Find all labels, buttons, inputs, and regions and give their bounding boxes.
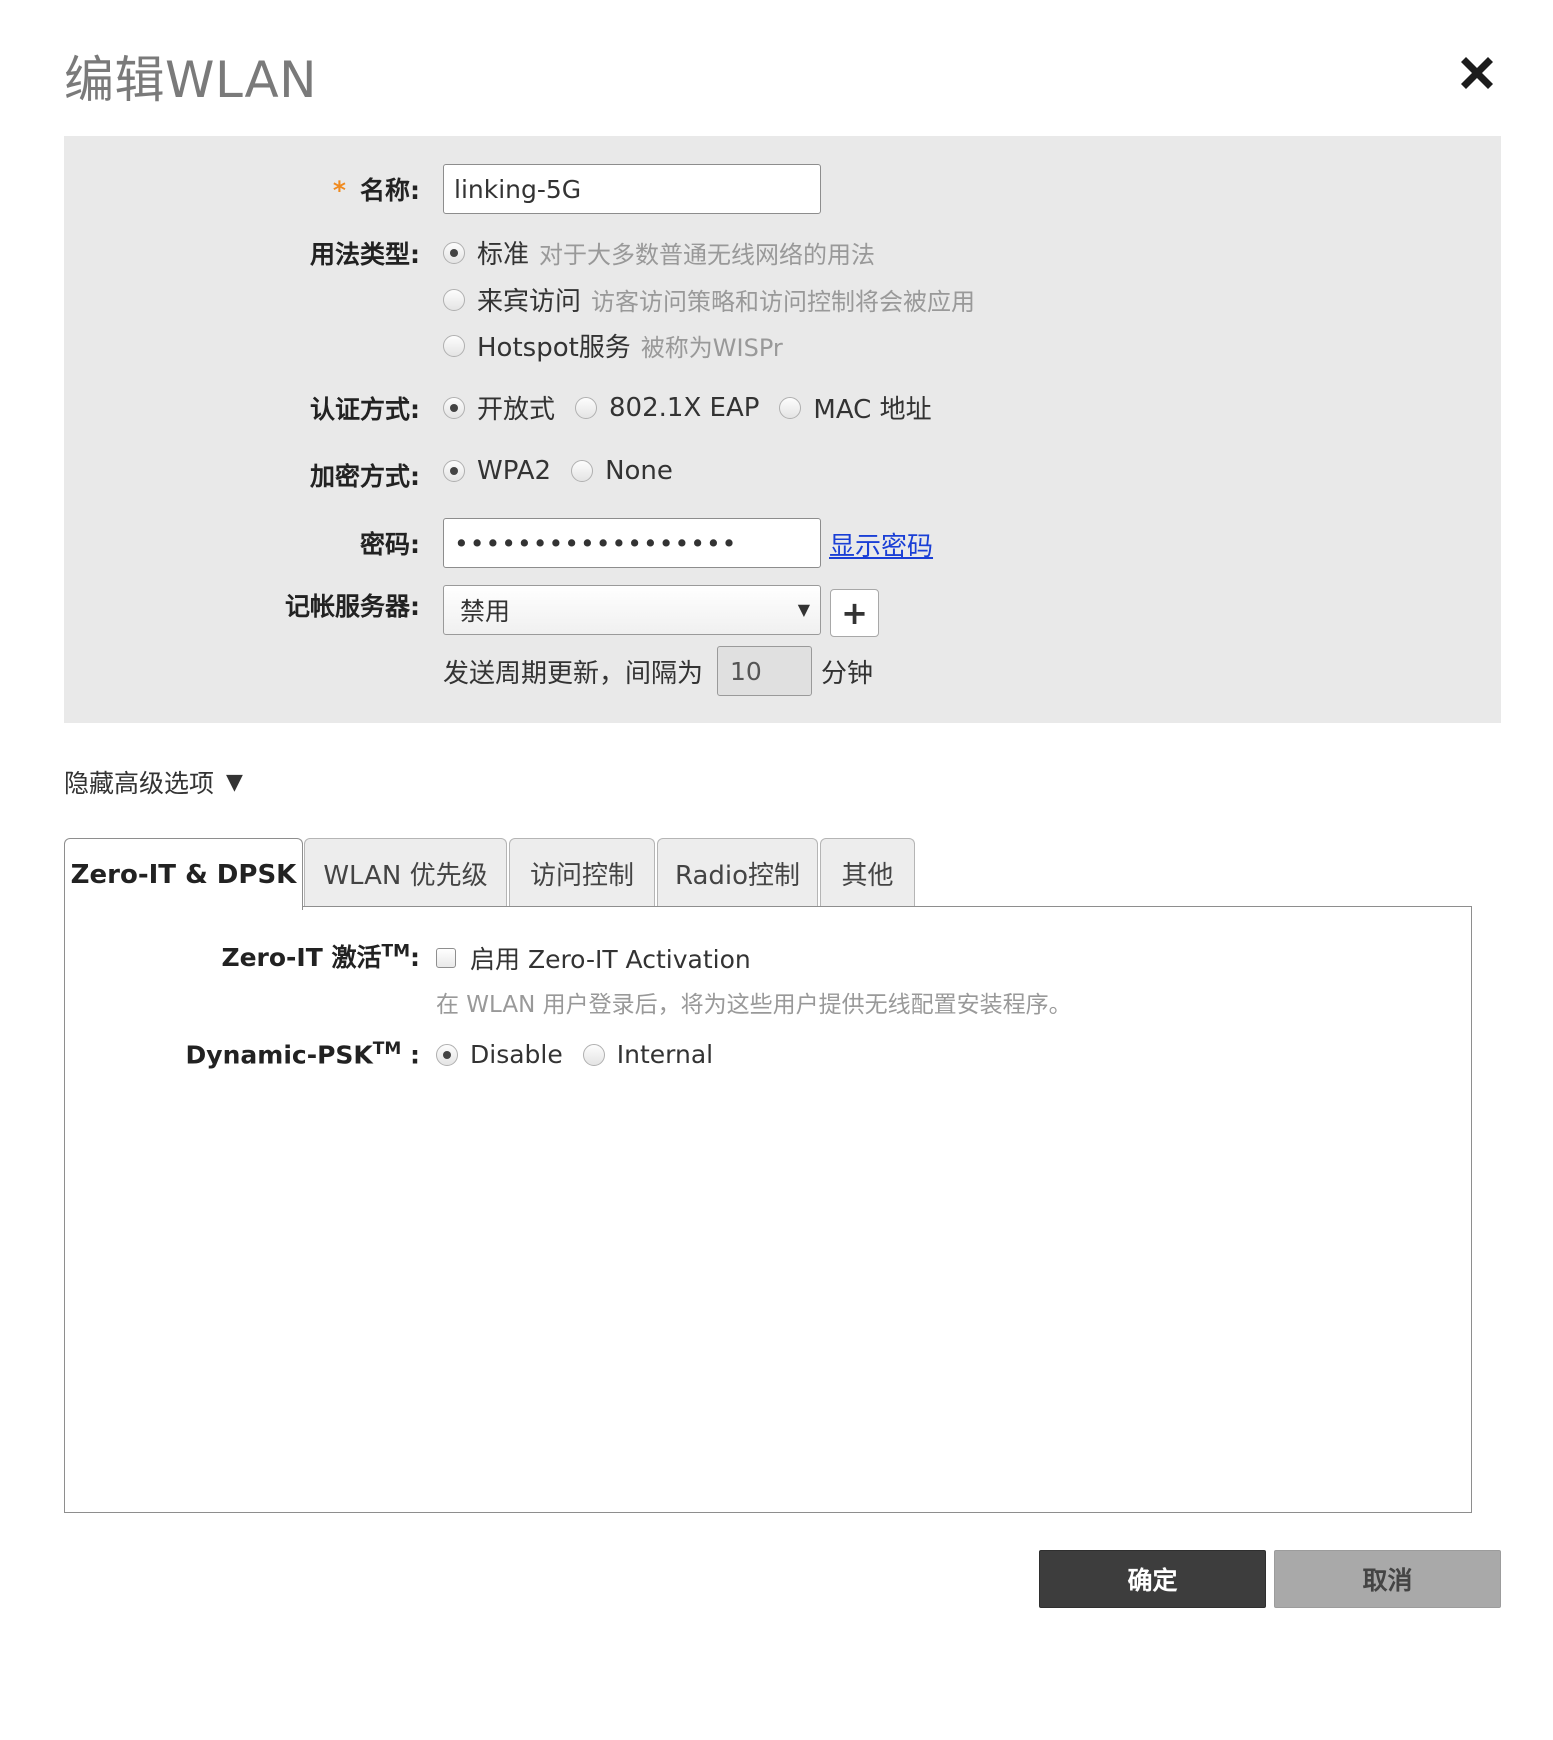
zero-it-hint: 在 WLAN 用户登录后，将为这些用户提供无线配置安装程序。	[436, 992, 1072, 1018]
name-label: * 名称:	[332, 176, 420, 205]
close-icon[interactable]	[1452, 48, 1502, 98]
auth-open-label[interactable]: 开放式	[477, 389, 555, 426]
usage-hotspot-radio[interactable]	[443, 334, 465, 357]
usage-type-label: 用法类型:	[310, 240, 420, 269]
dpsk-internal-radio[interactable]	[582, 1043, 605, 1066]
dynamic-psk-options: Disable Internal	[436, 1040, 713, 1069]
auth-open-radio[interactable]	[443, 396, 465, 419]
usage-standard-option[interactable]: 标准 对于大多数普通无线网络的用法	[443, 234, 875, 271]
tab-other[interactable]: 其他	[820, 838, 915, 908]
tab-access-control[interactable]: 访问控制	[509, 838, 655, 908]
name-input[interactable]: linking-5G	[443, 164, 821, 214]
auth-method-options: 开放式 802.1X EAP MAC 地址	[443, 389, 932, 426]
required-star: *	[332, 176, 346, 205]
password-input[interactable]: ••••••••••••••••••	[443, 518, 821, 568]
encryption-wpa2-radio[interactable]	[443, 460, 465, 482]
interval-prefix-text: 发送周期更新，间隔为	[443, 659, 704, 689]
interval-suffix-text: 分钟	[821, 659, 874, 689]
dpsk-internal-label[interactable]: Internal	[617, 1040, 713, 1069]
auth-eap-label[interactable]: 802.1X EAP	[609, 393, 759, 423]
auth-method-label: 认证方式:	[310, 395, 420, 424]
zero-it-activation-checkbox[interactable]	[436, 948, 456, 968]
hide-advanced-options-toggle[interactable]: 隐藏高级选项 ▼	[64, 764, 243, 800]
ok-button[interactable]: 确定	[1039, 1550, 1266, 1608]
add-accounting-server-button[interactable]: +	[830, 589, 879, 637]
dropdown-caret-icon: ▼	[797, 600, 810, 619]
show-password-link[interactable]: 显示密码	[829, 526, 933, 563]
usage-standard-radio[interactable]	[443, 241, 465, 264]
dynamic-psk-label: Dynamic-PSKTM :	[185, 1039, 420, 1070]
zero-it-label: Zero-IT 激活TM:	[221, 941, 420, 972]
interval-minutes-input[interactable]: 10	[717, 646, 812, 696]
encryption-options: WPA2 None	[443, 456, 673, 486]
usage-hotspot-option[interactable]: Hotspot服务 被称为WISPr	[443, 327, 783, 364]
triangle-down-icon: ▼	[226, 769, 243, 795]
encryption-none-radio[interactable]	[571, 460, 594, 482]
encryption-label: 加密方式:	[310, 462, 420, 491]
tab-zero-it-dpsk[interactable]: Zero-IT & DPSK	[64, 838, 303, 910]
password-label: 密码:	[360, 530, 420, 559]
tab-wlan-priority[interactable]: WLAN 优先级	[304, 838, 507, 908]
dialog-title: 编辑WLAN	[64, 51, 318, 109]
auth-mac-radio[interactable]	[779, 396, 802, 419]
auth-eap-radio[interactable]	[575, 396, 598, 419]
usage-guest-option[interactable]: 来宾访问 访客访问策略和访问控制将会被应用	[443, 281, 975, 318]
encryption-none-label[interactable]: None	[605, 456, 673, 486]
tab-radio-control[interactable]: Radio控制	[657, 838, 818, 908]
usage-guest-radio[interactable]	[443, 288, 465, 311]
accounting-server-label: 记帐服务器:	[285, 592, 420, 621]
accounting-server-select[interactable]: 禁用 ▼	[443, 585, 821, 635]
auth-mac-label[interactable]: MAC 地址	[813, 389, 931, 426]
zero-it-activation-option[interactable]: 启用 Zero-IT Activation	[436, 940, 751, 976]
dpsk-disable-radio[interactable]	[436, 1043, 458, 1066]
encryption-wpa2-label[interactable]: WPA2	[477, 456, 551, 486]
cancel-button[interactable]: 取消	[1274, 1550, 1501, 1608]
dpsk-disable-label[interactable]: Disable	[470, 1040, 563, 1069]
